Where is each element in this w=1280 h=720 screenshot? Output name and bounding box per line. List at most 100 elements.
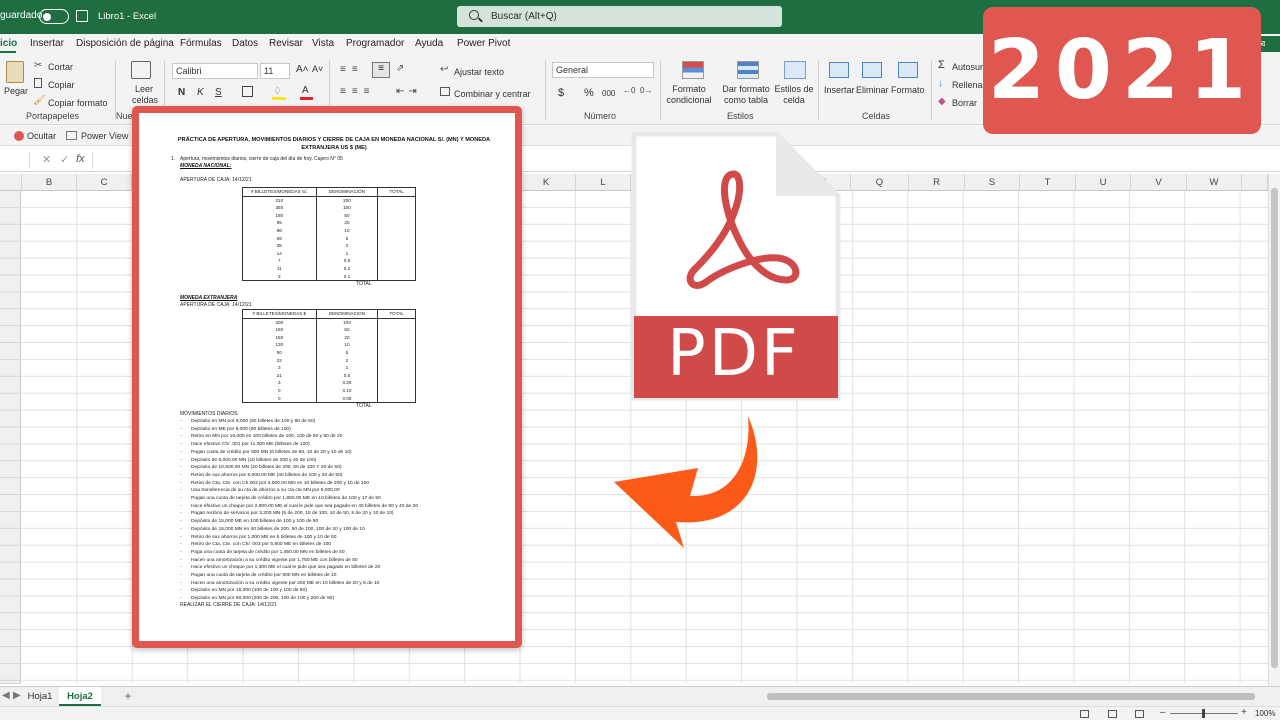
- indent-icons[interactable]: ⇤⇥: [396, 86, 421, 97]
- name-box[interactable]: [0, 152, 30, 169]
- decrease-decimal-icon[interactable]: 0→: [640, 86, 652, 95]
- format-cells-icon[interactable]: [898, 62, 918, 78]
- cell-styles-icon[interactable]: [784, 61, 806, 79]
- tab-ayuda[interactable]: Ayuda: [415, 38, 443, 49]
- me-total-cell: [377, 386, 416, 395]
- fill-button[interactable]: Rellenar: [952, 80, 986, 90]
- horizontal-scrollbar[interactable]: [767, 693, 1255, 700]
- me-total-cell: [377, 333, 416, 342]
- column-header-x[interactable]: [1242, 174, 1268, 191]
- tab-formulas[interactable]: Fórmulas: [180, 38, 222, 49]
- wrap-text-button[interactable]: Ajustar texto: [454, 67, 504, 77]
- column-header-b[interactable]: B: [22, 174, 77, 191]
- font-name-select[interactable]: Calibri: [172, 63, 258, 79]
- font-color-icon[interactable]: A: [302, 85, 309, 96]
- format-cells-button[interactable]: Formato: [891, 85, 925, 95]
- zoom-out-icon[interactable]: –: [1160, 707, 1166, 718]
- cell-styles-button[interactable]: Estilos de celda: [773, 84, 815, 106]
- column-header-u[interactable]: U: [1076, 174, 1131, 191]
- select-all-corner[interactable]: [0, 174, 22, 191]
- column-header-q[interactable]: Q: [851, 174, 909, 191]
- next-sheet-icon[interactable]: ▶: [13, 690, 21, 701]
- column-header-r[interactable]: R: [909, 174, 965, 191]
- row-headers[interactable]: [0, 191, 21, 684]
- zoom-in-icon[interactable]: +: [1241, 707, 1247, 718]
- copy-button[interactable]: Copiar: [48, 80, 75, 90]
- font-size-select[interactable]: 11: [260, 63, 290, 79]
- confirm-icon[interactable]: ✓: [60, 153, 69, 166]
- tab-inicio[interactable]: icio: [0, 38, 17, 49]
- increase-decimal-icon[interactable]: ←0: [623, 86, 635, 95]
- delete-cells-icon[interactable]: [862, 62, 882, 78]
- save-icon[interactable]: [76, 10, 88, 22]
- tab-power-pivot[interactable]: Power Pivot: [457, 38, 510, 49]
- tab-vista[interactable]: Vista: [312, 38, 334, 49]
- fill-color-icon[interactable]: ♢: [273, 86, 282, 97]
- currency-button[interactable]: $: [558, 87, 564, 99]
- italic-button[interactable]: K: [197, 87, 204, 98]
- borders-icon[interactable]: [242, 86, 253, 97]
- underline-button[interactable]: S: [215, 87, 222, 98]
- zoom-level[interactable]: 100%: [1255, 709, 1275, 718]
- me-total-cell: [377, 356, 416, 365]
- search-box[interactable]: Buscar (Alt+Q): [457, 6, 782, 27]
- merge-center-button[interactable]: Combinar y centrar: [454, 89, 531, 99]
- insert-cells-icon[interactable]: [829, 62, 849, 78]
- autosave-toggle[interactable]: [39, 9, 69, 24]
- grow-font-icon[interactable]: A˄: [296, 64, 309, 75]
- scroll-thumb[interactable]: [1271, 188, 1278, 668]
- column-header-s[interactable]: S: [965, 174, 1020, 191]
- insert-cells-button[interactable]: Insertar: [824, 85, 855, 95]
- insert-function-button[interactable]: fx: [76, 153, 85, 165]
- cancel-icon[interactable]: ✕: [42, 153, 51, 166]
- zoom-slider-thumb[interactable]: [1202, 709, 1205, 718]
- vertical-scrollbar[interactable]: [1268, 174, 1280, 686]
- percent-button[interactable]: %: [584, 87, 594, 99]
- cut-button[interactable]: Cortar: [48, 62, 73, 72]
- me-denomination: 10: [315, 341, 379, 349]
- column-header-t[interactable]: T: [1020, 174, 1076, 191]
- autosave-label: guardado: [0, 10, 43, 21]
- table-format-button[interactable]: Dar formato como tabla: [719, 84, 773, 106]
- page-break-icon[interactable]: [1135, 710, 1144, 718]
- column-header-w[interactable]: W: [1187, 174, 1242, 191]
- separator: [115, 60, 116, 120]
- middle-align-icon[interactable]: ≡: [372, 62, 390, 78]
- movements-heading: MOVIMIENTOS DIARIOS:: [180, 411, 239, 417]
- tab-insertar[interactable]: Insertar: [30, 38, 64, 49]
- paste-button[interactable]: Pegar: [4, 86, 28, 96]
- table-format-icon[interactable]: [737, 61, 759, 79]
- column-header-k[interactable]: K: [517, 174, 576, 191]
- clear-button[interactable]: Borrar: [952, 98, 977, 108]
- conditional-format-icon[interactable]: [682, 61, 704, 79]
- add-sheet-button[interactable]: +: [120, 687, 136, 706]
- sheet-tab-hoja1[interactable]: Hoja1: [22, 687, 58, 706]
- power-view-button[interactable]: Power View: [81, 131, 128, 141]
- hide-button[interactable]: Ocultar: [27, 131, 56, 141]
- thousands-button[interactable]: 000: [602, 89, 615, 98]
- prev-sheet-icon[interactable]: ◀: [2, 690, 10, 701]
- tab-disposicion[interactable]: Disposición de página: [76, 38, 174, 49]
- tab-datos[interactable]: Datos: [232, 38, 258, 49]
- number-format-select[interactable]: General: [552, 62, 654, 78]
- horizontal-align-icons[interactable]: ≡≡≡: [340, 86, 376, 97]
- delete-cells-button[interactable]: Eliminar: [856, 85, 889, 95]
- page-layout-icon[interactable]: [1108, 710, 1117, 718]
- paste-icon[interactable]: [6, 61, 24, 83]
- orientation-icon[interactable]: ⇗: [396, 63, 404, 74]
- read-aloud-icon[interactable]: [131, 61, 151, 79]
- read-cells-button[interactable]: Leer celdas: [132, 84, 158, 106]
- normal-view-icon[interactable]: [1080, 710, 1089, 718]
- column-header-c[interactable]: C: [77, 174, 132, 191]
- table-row: 59 5: [242, 234, 416, 243]
- format-painter-button[interactable]: Copiar formato: [48, 98, 108, 108]
- column-header-l[interactable]: L: [576, 174, 631, 191]
- tab-programador[interactable]: Programador: [346, 38, 404, 49]
- bold-button[interactable]: N: [178, 87, 185, 98]
- sheet-tab-hoja2[interactable]: Hoja2: [59, 687, 101, 706]
- column-header-v[interactable]: V: [1131, 174, 1187, 191]
- shrink-font-icon[interactable]: A˅: [312, 64, 323, 74]
- conditional-format-button[interactable]: Formato condicional: [666, 84, 712, 106]
- tab-revisar[interactable]: Revisar: [269, 38, 303, 49]
- vertical-align-icons[interactable]: ≡≡: [340, 64, 364, 75]
